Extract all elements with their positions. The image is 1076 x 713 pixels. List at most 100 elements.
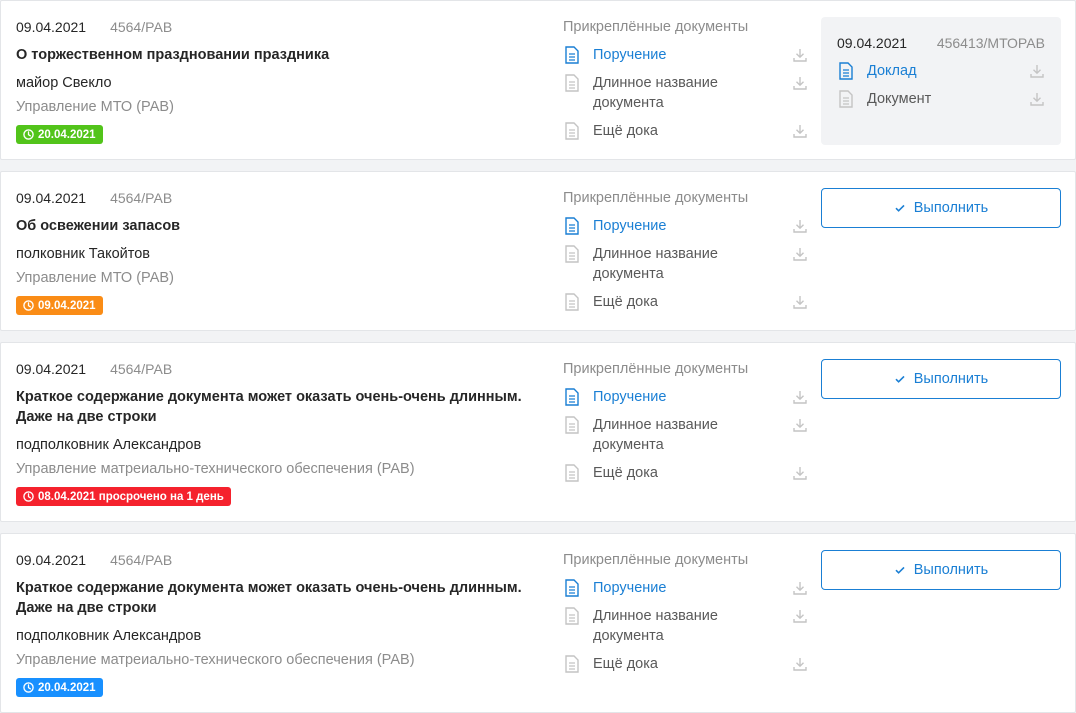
file-icon: [565, 74, 579, 92]
file-icon: [565, 464, 579, 482]
task-meta: 09.04.2021 4564/РАВ: [16, 17, 556, 37]
document-name: Поручение: [593, 47, 667, 63]
download-icon[interactable]: [792, 656, 808, 672]
deadline-badge: 20.04.2021: [16, 678, 103, 697]
document-name: документа: [593, 628, 664, 644]
document-item[interactable]: Поручение: [563, 387, 808, 407]
task-title-line: О торжественном праздновании праздника: [16, 47, 330, 63]
download-icon[interactable]: [792, 580, 808, 596]
task-number: 4564/РАВ: [110, 552, 173, 568]
document-item[interactable]: Поручение: [563, 578, 808, 598]
task-title[interactable]: О торжественном праздновании праздника: [16, 45, 556, 65]
task-person: подполковник Александров: [16, 628, 202, 644]
download-icon[interactable]: [792, 417, 808, 433]
download-icon[interactable]: [1029, 91, 1045, 107]
document-name: Длинное название: [593, 608, 718, 624]
document-item[interactable]: Длинное название документа: [563, 244, 808, 284]
document-item[interactable]: Длинное название документа: [563, 415, 808, 455]
download-icon[interactable]: [792, 218, 808, 234]
execute-button-label: Выполнить: [913, 200, 989, 216]
download-icon[interactable]: [792, 123, 808, 139]
document-name: Длинное название: [593, 246, 718, 262]
file-icon: [565, 46, 579, 64]
task-number: 4564/РАВ: [110, 19, 173, 35]
deadline-text: 08.04.2021 просрочено на 1 день: [38, 490, 224, 503]
task-info: 09.04.2021 4564/РАВ О торжественном праз…: [16, 17, 556, 144]
file-icon: [565, 293, 579, 311]
document-name: Длинное название: [593, 417, 718, 433]
attached-documents-label: Прикреплённые документы: [563, 361, 749, 377]
attached-documents: Прикреплённые документы Поручение Длинно…: [563, 188, 808, 312]
task-title[interactable]: Об освежении запасов: [16, 216, 556, 236]
execute-button[interactable]: Выполнить: [821, 188, 1061, 228]
file-icon: [565, 416, 579, 434]
task-card[interactable]: 09.04.2021 4564/РАВ Краткое содержание д…: [0, 342, 1076, 522]
clock-icon: [23, 491, 34, 502]
related-document-number: 456413/МТОРАВ: [936, 35, 1045, 51]
document-item[interactable]: Ещё дока: [563, 654, 808, 674]
task-date: 09.04.2021: [16, 19, 87, 35]
task-meta: 09.04.2021 4564/РАВ: [16, 359, 556, 379]
task-card[interactable]: 09.04.2021 4564/РАВ О торжественном праз…: [0, 0, 1076, 160]
task-card[interactable]: 09.04.2021 4564/РАВ Об освежении запасов…: [0, 171, 1076, 331]
document-item[interactable]: Ещё дока: [563, 121, 808, 141]
execute-button-label: Выполнить: [913, 371, 989, 387]
download-icon[interactable]: [792, 389, 808, 405]
document-item[interactable]: Ещё дока: [563, 292, 808, 312]
task-title[interactable]: Краткое содержание документа может оказа…: [16, 387, 556, 427]
task-meta: 09.04.2021 4564/РАВ: [16, 550, 556, 570]
check-icon: [895, 566, 905, 574]
file-icon: [565, 122, 579, 140]
file-icon: [565, 217, 579, 235]
task-title[interactable]: Краткое содержание документа может оказа…: [16, 578, 556, 618]
deadline-text: 20.04.2021: [38, 681, 96, 694]
download-icon[interactable]: [792, 465, 808, 481]
execute-button[interactable]: Выполнить: [821, 550, 1061, 590]
check-icon: [895, 204, 905, 212]
download-icon[interactable]: [792, 608, 808, 624]
download-icon[interactable]: [792, 294, 808, 310]
download-icon[interactable]: [792, 47, 808, 63]
task-title-line: Даже на две строки: [16, 409, 157, 425]
task-title-line: Об освежении запасов: [16, 218, 181, 234]
attached-documents: Прикреплённые документы Поручение Длинно…: [563, 17, 808, 141]
related-document-meta: 09.04.2021 456413/МТОРАВ: [837, 33, 1045, 53]
related-document-panel: 09.04.2021 456413/МТОРАВ Доклад Документ: [821, 17, 1061, 145]
document-name: Длинное название: [593, 75, 718, 91]
document-item[interactable]: Поручение: [563, 45, 808, 65]
document-item[interactable]: Доклад: [837, 61, 1045, 81]
task-date: 09.04.2021: [16, 361, 87, 377]
document-name: Поручение: [593, 389, 667, 405]
document-item[interactable]: Ещё дока: [563, 463, 808, 483]
document-name: Документ: [867, 91, 932, 107]
document-name: документа: [593, 437, 664, 453]
deadline-badge: 20.04.2021: [16, 125, 103, 144]
document-name: документа: [593, 95, 664, 111]
execute-button-label: Выполнить: [913, 562, 989, 578]
task-person: подполковник Александров: [16, 437, 202, 453]
deadline-badge: 08.04.2021 просрочено на 1 день: [16, 487, 231, 506]
document-item[interactable]: Поручение: [563, 216, 808, 236]
attached-documents-label: Прикреплённые документы: [563, 552, 749, 568]
document-name: Ещё дока: [593, 294, 658, 310]
document-name: Ещё дока: [593, 465, 658, 481]
document-item[interactable]: Длинное название документа: [563, 606, 808, 646]
task-number: 4564/РАВ: [110, 190, 173, 206]
attached-documents: Прикреплённые документы Поручение Длинно…: [563, 550, 808, 674]
document-name: Ещё дока: [593, 123, 658, 139]
download-icon[interactable]: [792, 75, 808, 91]
execute-button[interactable]: Выполнить: [821, 359, 1061, 399]
document-item[interactable]: Длинное название документа: [563, 73, 808, 113]
task-date: 09.04.2021: [16, 552, 87, 568]
download-icon[interactable]: [1029, 63, 1045, 79]
task-title-line: Краткое содержание документа может оказа…: [16, 580, 522, 596]
document-item[interactable]: Документ: [837, 89, 1045, 109]
attached-documents-label: Прикреплённые документы: [563, 190, 749, 206]
file-icon: [565, 245, 579, 263]
task-list: 09.04.2021 4564/РАВ О торжественном праз…: [0, 0, 1076, 713]
deadline-text: 20.04.2021: [38, 128, 96, 141]
task-person: полковник Такойтов: [16, 246, 150, 262]
task-department: Управление матреиально-технического обес…: [16, 461, 415, 477]
download-icon[interactable]: [792, 246, 808, 262]
task-card[interactable]: 09.04.2021 4564/РАВ Краткое содержание д…: [0, 533, 1076, 713]
